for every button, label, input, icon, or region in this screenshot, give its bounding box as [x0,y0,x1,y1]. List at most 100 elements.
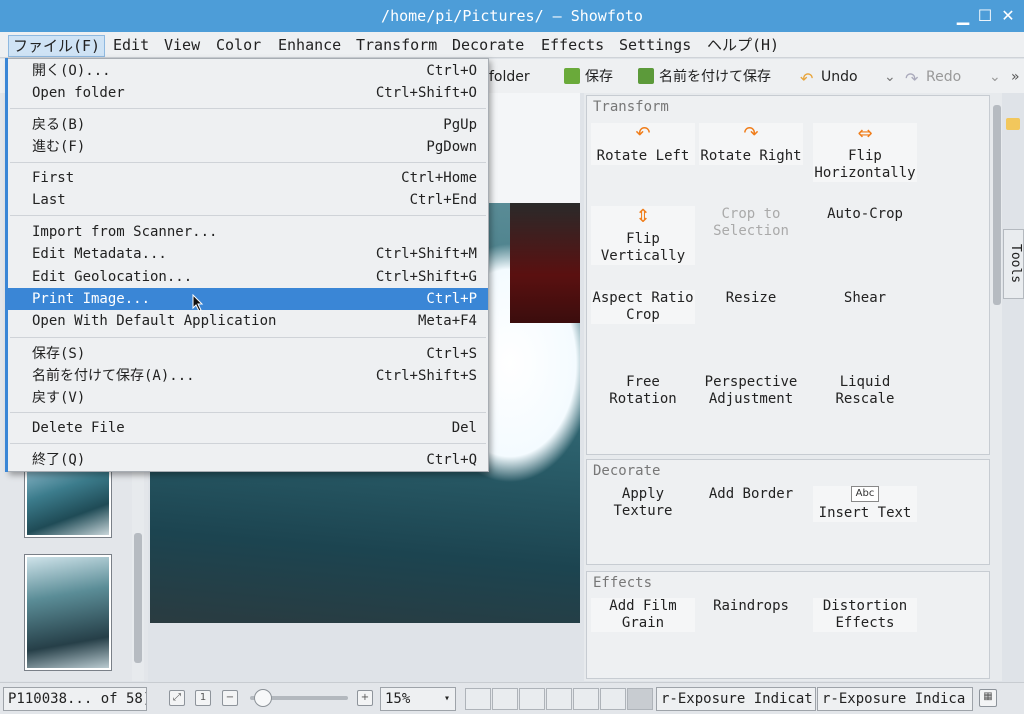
menu-decorate[interactable]: Decorate [448,35,528,57]
menu-item-label: 戻る(B) [32,117,86,133]
menu-item-back[interactable]: 戻る(B) PgUp [8,114,488,136]
add-border-tool[interactable]: Add Border [699,486,803,503]
add-film-grain-tool[interactable]: Add Film Grain [591,598,695,632]
right-sidebar: Tools [1003,93,1024,681]
insert-text-tool[interactable]: Abc Insert Text [813,486,917,522]
apply-texture-label: Apply Texture [613,486,673,519]
save-as-icon [638,68,654,84]
raindrops-tool[interactable]: Raindrops [699,598,803,615]
flip-horizontal-label: Flip Horizontally [814,148,916,181]
status-indicator [573,688,599,710]
menu-item-edit-metadata[interactable]: Edit Metadata... Ctrl+Shift+M [8,243,488,265]
zoom-100-icon[interactable]: 1 [195,690,211,706]
menu-settings[interactable]: Settings [615,35,695,57]
menu-item-shortcut: Ctrl+P [426,291,477,307]
menu-item-label: 名前を付けて保存(A)... [32,368,195,384]
status-indicator [546,688,572,710]
menu-item-shortcut: Ctrl+Shift+G [375,269,477,285]
undo-button[interactable]: ↶ Undo [800,67,858,87]
zoom-slider-handle[interactable] [254,689,272,707]
effects-title: Effects [593,575,653,591]
flip-horizontal-tool[interactable]: ⇔ Flip Horizontally [813,123,917,182]
decorate-title: Decorate [593,463,661,479]
thumbnail-scrollbar-handle[interactable] [134,533,142,663]
menu-item-shortcut: Ctrl+End [409,192,477,208]
menu-item-first[interactable]: First Ctrl+Home [8,167,488,189]
zoom-out-icon[interactable]: − [222,690,238,706]
save-as-button[interactable]: 名前を付けて保存 [638,67,771,87]
shear-tool[interactable]: Shear [813,290,917,307]
redo-dropdown-icon[interactable]: ⌄ [989,67,1001,87]
maximize-icon[interactable]: ☐ [975,6,995,26]
save-button[interactable]: 保存 [564,67,613,87]
menu-file[interactable]: ファイル(F) [8,35,106,57]
menu-item-open[interactable]: 開く(O)... Ctrl+O [8,60,488,82]
apply-texture-tool[interactable]: Apply Texture [591,486,695,520]
zoom-combo[interactable]: 15% ▾ [380,687,456,711]
menu-item-save[interactable]: 保存(S) Ctrl+S [8,343,488,365]
perspective-adjustment-tool[interactable]: Perspective Adjustment [699,374,803,408]
toolbar-overflow-icon[interactable]: » [1011,67,1020,87]
menu-item-label: Open With Default Application [32,313,277,329]
underexposure-indicator[interactable]: r-Exposure Indicat [656,687,816,711]
flip-vertical-icon: ⇕ [635,206,651,227]
crop-to-selection-tool[interactable]: Crop to Selection [699,206,803,240]
menu-enhance[interactable]: Enhance [274,35,345,57]
minimize-icon[interactable]: ▁ [953,6,973,26]
close-icon[interactable]: ✕ [998,6,1018,26]
redo-button[interactable]: ↷ Redo [905,67,961,87]
menu-view[interactable]: View [160,35,204,57]
menu-separator [10,337,486,338]
menu-item-quit[interactable]: 終了(Q) Ctrl+Q [8,449,488,471]
menu-item-import-scanner[interactable]: Import from Scanner... [8,221,488,243]
menu-item-open-with-default[interactable]: Open With Default Application Meta+F4 [8,310,488,332]
menu-effects[interactable]: Effects [537,35,608,57]
distortion-effects-tool[interactable]: Distortion Effects [813,598,917,632]
crop-to-selection-label: Crop to Selection [713,206,789,239]
tools-scrollbar[interactable] [992,93,1002,681]
menu-edit[interactable]: Edit [109,35,153,57]
color-managed-view-icon[interactable]: ▦ [979,689,997,707]
zoom-fit-icon[interactable]: ⤢ [169,690,185,706]
perspective-adjustment-label: Perspective Adjustment [704,374,798,407]
tools-side-tab[interactable]: Tools [1003,229,1024,299]
menu-item-revert[interactable]: 戻す(V) [8,387,488,409]
menu-item-save-as[interactable]: 名前を付けて保存(A)... Ctrl+Shift+S [8,365,488,387]
zoom-in-icon[interactable]: + [357,690,373,706]
overexposure-indicator[interactable]: r-Exposure Indica [817,687,973,711]
menu-item-label: First [32,170,75,186]
rotate-left-icon: ↶ [635,123,651,144]
aspect-ratio-crop-tool[interactable]: Aspect Ratio Crop [591,290,695,324]
menu-item-label: Last [32,192,66,208]
menu-item-print-image[interactable]: Print Image... Ctrl+P [8,288,488,310]
menu-item-last[interactable]: Last Ctrl+End [8,189,488,211]
menu-color[interactable]: Color [212,35,265,57]
folder-icon[interactable] [1006,118,1020,130]
thumbnail-item[interactable] [24,554,112,671]
undo-dropdown-icon[interactable]: ⌄ [884,67,896,87]
auto-crop-tool[interactable]: Auto-Crop [813,206,917,223]
liquid-rescale-tool[interactable]: Liquid Rescale [813,374,917,408]
tools-scrollbar-handle[interactable] [993,105,1001,305]
flip-vertical-tool[interactable]: ⇕ Flip Vertically [591,206,695,265]
menu-item-label: 開く(O)... [32,63,111,79]
zoom-slider[interactable] [250,689,348,707]
zoom-value: 15% [385,691,411,707]
resize-tool[interactable]: Resize [699,290,803,307]
menu-help[interactable]: ヘルプ(H) [703,35,783,57]
menu-item-shortcut: Meta+F4 [417,313,477,329]
menu-item-edit-geolocation[interactable]: Edit Geolocation... Ctrl+Shift+G [8,266,488,288]
free-rotation-tool[interactable]: Free Rotation [591,374,695,408]
rotate-left-tool[interactable]: ↶ Rotate Left [591,123,695,165]
menu-item-delete-file[interactable]: Delete File Del [8,417,488,439]
menu-transform[interactable]: Transform [352,35,441,57]
menu-item-open-folder[interactable]: Open folder Ctrl+Shift+O [8,82,488,104]
status-indicator [519,688,545,710]
menu-item-forward[interactable]: 進む(F) PgDown [8,136,488,158]
thumbnail-image [27,557,109,668]
rotate-right-tool[interactable]: ↷ Rotate Right [699,123,803,165]
menu-item-label: Import from Scanner... [32,224,218,240]
undo-icon: ↶ [800,69,814,88]
photo-shrine-detail [510,203,580,323]
open-folder-button[interactable]: folder [489,67,530,87]
